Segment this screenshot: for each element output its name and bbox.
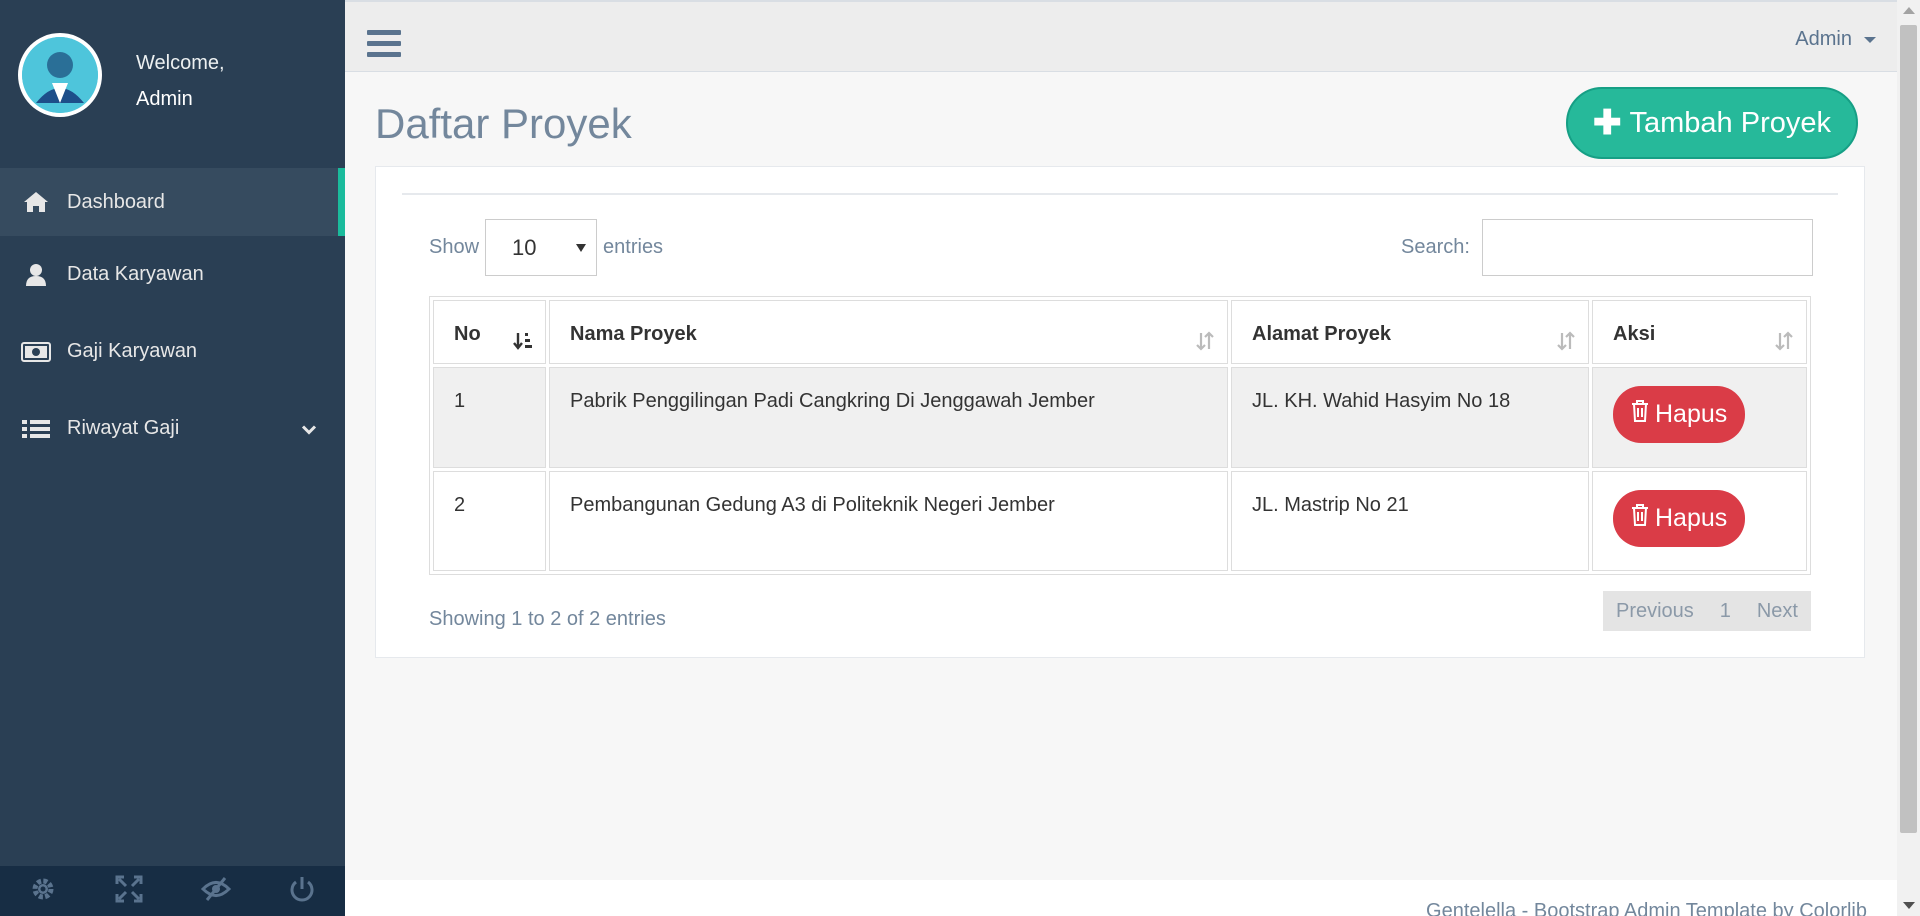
pagination-previous[interactable]: Previous xyxy=(1616,600,1694,623)
money-icon xyxy=(21,339,51,365)
entries-length-control: Show 10 entries xyxy=(429,219,663,276)
user-dropdown[interactable]: Admin xyxy=(1795,28,1876,51)
entries-label: entries xyxy=(603,236,664,258)
sidebar-item-riwayat-gaji[interactable]: Riwayat Gaji xyxy=(0,390,345,467)
power-icon xyxy=(289,875,315,908)
user-dropdown-label: Admin xyxy=(1795,28,1852,50)
eye-slash-icon xyxy=(200,876,231,907)
sidebar-item-label: Riwayat Gaji xyxy=(67,417,180,439)
delete-label: Hapus xyxy=(1655,504,1728,532)
sidebar-item-data-karyawan[interactable]: Data Karyawan xyxy=(0,236,345,313)
welcome-text: Welcome, xyxy=(136,52,225,74)
cell-nama-proyek: Pabrik Penggilingan Padi Cangkring Di Je… xyxy=(549,367,1228,468)
panel-divider xyxy=(402,193,1838,195)
avatar xyxy=(18,33,102,117)
cell-nama-proyek: Pembangunan Gedung A3 di Politeknik Nege… xyxy=(549,471,1228,571)
cell-alamat-proyek: JL. Mastrip No 21 xyxy=(1231,471,1589,571)
profile: Welcome, Admin xyxy=(0,0,345,168)
content-panel: Show 10 entries Search: No Nama Proyek A… xyxy=(375,166,1865,658)
logout-button[interactable] xyxy=(259,866,345,916)
table-row: 2 Pembangunan Gedung A3 di Politeknik Ne… xyxy=(433,471,1807,571)
home-icon xyxy=(21,189,51,215)
caret-down-icon xyxy=(1864,36,1876,43)
pagination: Previous 1 Next xyxy=(1603,591,1811,631)
delete-button[interactable]: Hapus xyxy=(1613,490,1746,547)
cell-no: 1 xyxy=(433,367,546,468)
sort-icon xyxy=(1195,331,1215,357)
trash-icon xyxy=(1631,504,1649,533)
entries-select[interactable]: 10 xyxy=(485,219,598,276)
column-header-nama-proyek[interactable]: Nama Proyek xyxy=(549,300,1228,364)
sidebar-footer xyxy=(0,866,345,916)
table-row: 1 Pabrik Penggilingan Padi Cangkring Di … xyxy=(433,367,1807,468)
footer-credit[interactable]: Gentelella - Bootstrap Admin Template by… xyxy=(1426,900,1867,916)
sidebar-menu: Dashboard Data Karyawan Gaji Karyawan Ri… xyxy=(0,168,345,467)
sidebar-item-label: Dashboard xyxy=(67,190,165,213)
scroll-down-arrow-icon[interactable] xyxy=(1903,902,1915,909)
sidebar-item-label: Data Karyawan xyxy=(67,263,204,285)
page-title: Daftar Proyek xyxy=(375,100,632,147)
top-navbar: Admin xyxy=(345,0,1920,72)
entries-select-value: 10 xyxy=(512,234,537,260)
column-header-no[interactable]: No xyxy=(433,300,546,364)
sidebar-item-gaji-karyawan[interactable]: Gaji Karyawan xyxy=(0,313,345,390)
search-label: Search: xyxy=(1401,236,1470,258)
page-footer: Gentelella - Bootstrap Admin Template by… xyxy=(345,880,1897,916)
vertical-scrollbar[interactable] xyxy=(1897,0,1920,916)
cell-aksi: Hapus xyxy=(1592,471,1807,571)
table-info: Showing 1 to 2 of 2 entries xyxy=(429,608,666,630)
menu-toggle-icon[interactable] xyxy=(367,30,401,58)
sidebar-item-dashboard[interactable]: Dashboard xyxy=(0,168,345,236)
gear-icon xyxy=(30,876,56,907)
search-control: Search: xyxy=(1401,219,1813,276)
pagination-page-1[interactable]: 1 xyxy=(1720,600,1731,623)
user-icon xyxy=(21,262,51,288)
fullscreen-icon xyxy=(115,875,143,908)
column-header-alamat-proyek[interactable]: Alamat Proyek xyxy=(1231,300,1589,364)
pagination-next[interactable]: Next xyxy=(1757,600,1798,623)
delete-label: Hapus xyxy=(1655,400,1728,428)
lock-button[interactable] xyxy=(173,866,259,916)
trash-icon xyxy=(1631,400,1649,429)
scroll-up-arrow-icon[interactable] xyxy=(1903,7,1915,14)
profile-username: Admin xyxy=(136,88,193,110)
plus-icon: ✚ xyxy=(1593,104,1622,142)
scrollbar-thumb[interactable] xyxy=(1900,25,1917,833)
fullscreen-button[interactable] xyxy=(86,866,172,916)
sort-numeric-asc-icon xyxy=(513,331,533,357)
column-header-aksi[interactable]: Aksi xyxy=(1592,300,1807,364)
show-label: Show xyxy=(429,236,480,258)
add-project-label: Tambah Proyek xyxy=(1629,106,1832,139)
cell-aksi: Hapus xyxy=(1592,367,1807,468)
add-project-button[interactable]: ✚ Tambah Proyek xyxy=(1566,87,1858,159)
cell-alamat-proyek: JL. KH. Wahid Hasyim No 18 xyxy=(1231,367,1589,468)
sidebar-item-label: Gaji Karyawan xyxy=(67,340,198,362)
list-icon xyxy=(21,416,51,442)
dropdown-arrow-icon xyxy=(576,244,587,252)
cell-no: 2 xyxy=(433,471,546,571)
chevron-down-icon xyxy=(301,417,317,440)
sort-icon xyxy=(1774,331,1794,357)
delete-button[interactable]: Hapus xyxy=(1613,386,1746,443)
settings-button[interactable] xyxy=(0,866,86,916)
search-input[interactable] xyxy=(1481,219,1813,276)
sort-icon xyxy=(1556,331,1576,357)
projects-table: No Nama Proyek Alamat Proyek Aksi 1 Pabr… xyxy=(429,296,1811,575)
sidebar: Welcome, Admin Dashboard Data Karyawan G… xyxy=(0,0,345,916)
